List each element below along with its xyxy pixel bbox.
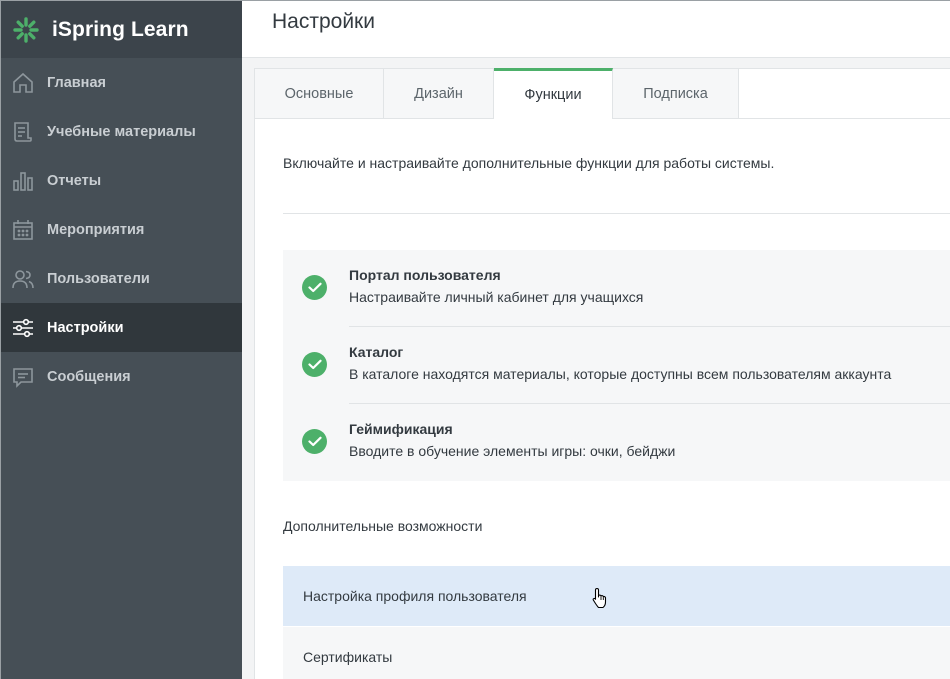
tab-design[interactable]: Дизайн [384,69,494,119]
ispring-logo-icon [13,16,39,43]
sidebar: iSpring Learn Главная Учебные материалы … [1,1,242,679]
feature-title: Портал пользователя [349,267,501,283]
check-icon [302,352,327,377]
feature-description: В каталоге находятся материалы, которые … [349,366,892,382]
sidebar-item-settings[interactable]: Настройки [1,303,242,352]
feature-title: Каталог [349,344,404,360]
materials-icon [12,121,34,143]
hand-cursor-icon [592,587,607,609]
certificates-item[interactable]: Сертификаты [283,627,950,679]
sidebar-item-messages[interactable]: Сообщения [1,352,242,401]
divider [283,213,950,214]
app-name: iSpring Learn [52,17,189,41]
users-icon [12,268,34,290]
extra-section-title: Дополнительные возможности [283,518,483,534]
sidebar-item-label: Учебные материалы [47,123,196,140]
feature-gamification[interactable]: Геймификация Вводите в обучение элементы… [283,404,950,481]
messages-icon [12,366,34,388]
sidebar-item-reports[interactable]: Отчеты [1,156,242,205]
extra-item-label: Настройка профиля пользователя [303,588,527,604]
page-title: Настройки [272,10,375,33]
sidebar-item-label: Сообщения [47,368,131,385]
extra-item-label: Сертификаты [303,649,393,665]
logo[interactable]: iSpring Learn [1,1,242,58]
feature-description: Настраивайте личный кабинет для учащихся [349,289,644,305]
check-icon [302,275,327,300]
sidebar-item-users[interactable]: Пользователи [1,254,242,303]
sidebar-item-label: Пользователи [47,270,150,287]
sidebar-item-materials[interactable]: Учебные материалы [1,107,242,156]
tab-bar-fill [739,69,950,118]
features-list: Портал пользователя Настраивайте личный … [283,250,950,481]
intro-text: Включайте и настраивайте дополнительные … [283,155,775,171]
home-icon [12,72,34,94]
sidebar-item-label: Мероприятия [47,221,145,238]
sidebar-item-label: Главная [47,74,106,91]
main-area: Настройки Основные Дизайн Функции Подпис… [242,1,950,679]
user-profile-settings-item[interactable]: Настройка профиля пользователя [283,566,950,626]
calendar-icon [12,219,34,241]
sidebar-item-events[interactable]: Мероприятия [1,205,242,254]
check-icon [302,429,327,454]
tab-bar: Основные Дизайн Функции Подписка [255,68,950,119]
feature-catalog[interactable]: Каталог В каталоге находятся материалы, … [283,327,950,404]
tab-features[interactable]: Функции [494,68,613,119]
feature-description: Вводите в обучение элементы игры: очки, … [349,443,676,459]
sidebar-item-label: Отчеты [47,172,102,189]
feature-user-portal[interactable]: Портал пользователя Настраивайте личный … [283,250,950,327]
sidebar-item-label: Настройки [47,319,124,336]
page-header: Настройки [242,1,950,58]
settings-panel: Основные Дизайн Функции Подписка Включай… [254,68,950,679]
tab-subscription[interactable]: Подписка [613,69,739,119]
settings-sliders-icon [12,317,34,339]
sidebar-nav: Главная Учебные материалы Отчеты Меропри… [1,58,242,401]
reports-icon [12,170,34,192]
tab-general[interactable]: Основные [255,69,384,119]
feature-title: Геймификация [349,421,453,437]
sidebar-item-home[interactable]: Главная [1,58,242,107]
